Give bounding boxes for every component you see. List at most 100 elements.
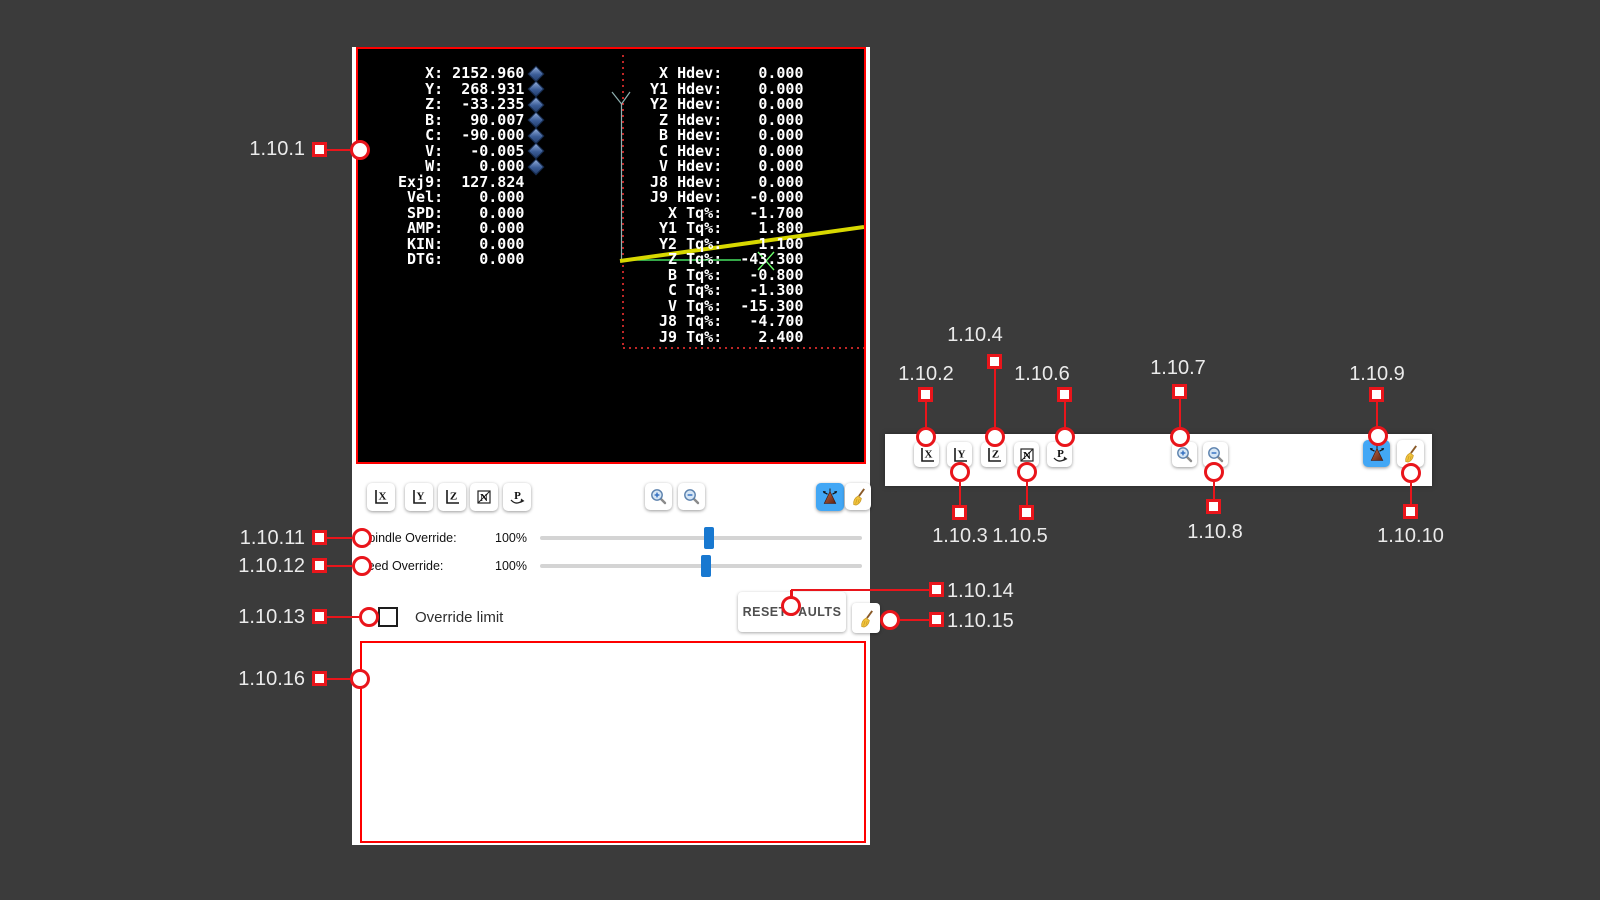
callout-label: 1.10.2 <box>866 362 986 386</box>
axis-arrowhead <box>612 92 622 104</box>
callout-marker-square <box>952 505 967 520</box>
dro-axis-block: X:2152.960 Y:268.931 Z:-33.235 B:90.007 … <box>398 66 542 175</box>
notification-panel <box>360 641 866 843</box>
callout-marker-square <box>1369 387 1384 402</box>
callout-line <box>1179 399 1182 430</box>
broom-icon <box>1401 444 1420 463</box>
feed-override-slider-handle[interactable] <box>701 555 711 577</box>
callout-line <box>327 149 352 152</box>
callout-label: 1.10.8 <box>1155 520 1275 544</box>
view-perspective-button[interactable]: P <box>503 483 531 511</box>
svg-text:Y: Y <box>417 491 425 503</box>
svg-text:Z: Z <box>991 448 998 460</box>
svg-text:Y: Y <box>957 448 965 460</box>
axis-jog-diamond-icon <box>528 65 545 82</box>
callout-line <box>327 616 359 619</box>
view-perspective-icon: P <box>508 488 526 506</box>
callout-label: 1.10.9 <box>1317 362 1437 386</box>
callout-marker-square <box>918 387 933 402</box>
zoom-out-magnifier-icon <box>1207 446 1224 463</box>
tool-cone-icon <box>1367 444 1387 464</box>
zoom-out-magnifier-icon <box>683 488 700 505</box>
callout-circle <box>350 140 370 160</box>
view-z-button[interactable]: Z <box>438 483 466 511</box>
callout-circle <box>1401 463 1421 483</box>
callout-circle <box>916 427 936 447</box>
axis-jog-diamond-icon <box>528 158 545 175</box>
callout-line <box>327 537 352 540</box>
callout-line <box>959 482 962 506</box>
callout-label: 1.10.6 <box>982 362 1102 386</box>
callout-circle <box>352 556 372 576</box>
callout-marker-square <box>929 612 944 627</box>
feed-override-label: Feed Override: <box>360 559 443 573</box>
show-tool-button[interactable] <box>816 483 844 511</box>
override-limit-checkbox[interactable] <box>378 607 398 627</box>
override-limit-label: Override limit <box>415 609 503 626</box>
callout-label: 1.10.15 <box>947 609 1067 633</box>
callout-circle <box>1170 427 1190 447</box>
view-x-icon: X <box>372 488 390 506</box>
view-z-icon: Z <box>985 446 1003 464</box>
dro-deviation-block: X Hdev:0.000 Y1 Hdev:0.000 Y2 Hdev:0.000… <box>650 66 804 345</box>
callout-label: 1.10.16 <box>190 667 305 691</box>
callout-circle <box>1204 462 1224 482</box>
view-perspective-icon: P <box>1051 446 1069 464</box>
callout-line <box>899 619 929 622</box>
callout-circle <box>985 427 1005 447</box>
callout-marker-square <box>312 530 327 545</box>
callout-label: 1.10.12 <box>190 554 305 578</box>
callout-line <box>1213 482 1216 500</box>
zoom-out-button[interactable] <box>678 483 705 510</box>
callout-line <box>925 402 928 430</box>
axis-jog-diamond-icon <box>528 127 545 144</box>
spindle-override-slider[interactable] <box>540 536 862 540</box>
callout-circle <box>950 462 970 482</box>
callout-marker-square <box>1057 387 1072 402</box>
axis-jog-diamond-icon <box>528 143 545 160</box>
view-y-icon: Y <box>951 446 969 464</box>
view-z-rotated-button[interactable]: N <box>470 483 498 511</box>
callout-label: 1.10.5 <box>960 524 1080 548</box>
callout-label: 1.10.7 <box>1118 356 1238 380</box>
callout-line <box>791 589 929 592</box>
svg-text:P: P <box>1057 448 1064 460</box>
spindle-override-slider-handle[interactable] <box>704 527 714 549</box>
backplot-view[interactable]: X:2152.960 Y:268.931 Z:-33.235 B:90.007 … <box>356 47 866 464</box>
view-x-icon: X <box>918 446 936 464</box>
callout-circle <box>352 528 372 548</box>
zoom-in-button[interactable] <box>645 483 672 510</box>
spindle-override-label: Spindle Override: <box>360 531 457 545</box>
callout-label: 1.10.11 <box>190 526 305 550</box>
callout-line <box>1064 402 1067 430</box>
callout-circle <box>1055 427 1075 447</box>
feed-override-value: 100% <box>480 559 527 573</box>
svg-text:X: X <box>924 448 932 460</box>
callout-circle <box>1017 462 1037 482</box>
clear-notifications-button[interactable] <box>852 603 880 633</box>
callout-label: 1.10.10 <box>1348 524 1473 548</box>
svg-text:P: P <box>514 490 521 502</box>
view-z-rotated-icon: N <box>475 488 493 506</box>
callout-marker-square <box>1019 505 1034 520</box>
broom-icon <box>849 487 868 506</box>
clear-backplot-button[interactable] <box>845 483 871 510</box>
callout-label: 1.10.1 <box>190 137 305 161</box>
callout-line <box>327 565 352 568</box>
callout-label: 1.10.4 <box>915 323 1035 347</box>
broom-icon <box>857 609 876 628</box>
tool-cone-icon <box>820 487 840 507</box>
dro-status-row: DTG:0.000 <box>398 252 524 268</box>
svg-text:X: X <box>379 491 387 503</box>
zoom-in-magnifier-icon <box>650 488 667 505</box>
deviation-label: J9 Tq%: <box>650 330 722 346</box>
view-y-icon: Y <box>410 488 428 506</box>
zoom-in-magnifier-icon <box>1176 446 1193 463</box>
axis-jog-diamond-icon <box>528 96 545 113</box>
svg-text:Z: Z <box>450 491 457 503</box>
callout-label: 1.10.13 <box>190 605 305 629</box>
view-y-button[interactable]: Y <box>405 483 433 511</box>
svg-text:N: N <box>1023 450 1031 462</box>
callout-circle <box>350 669 370 689</box>
view-x-button[interactable]: X <box>367 483 395 511</box>
